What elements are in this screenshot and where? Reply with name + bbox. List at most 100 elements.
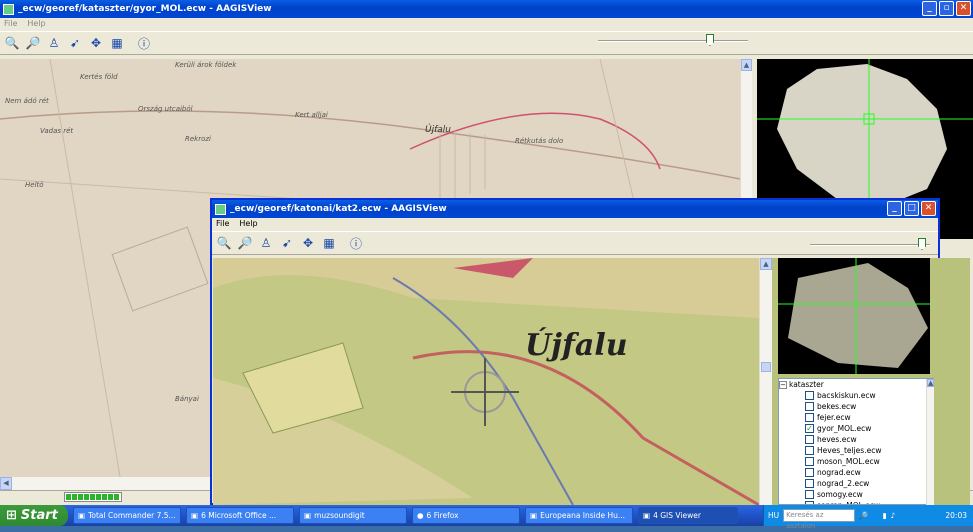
system-tray: HU Keresés az asztalon 🔎 ▮ ♪ 20:03 [763, 505, 973, 530]
toolbar: 🔍 🔎 ♙ ➹ ✥ ▦ ⓘ [0, 31, 973, 55]
taskbar-button[interactable]: ▣ Europeana Inside Hu... [525, 507, 633, 524]
menu-bar: File Help [212, 218, 938, 231]
zoom-in-icon[interactable]: 🔍 [3, 34, 21, 52]
layer-checkbox[interactable]: ✓ [805, 424, 814, 433]
window-icon: ▣ [191, 511, 199, 520]
map-label: Rétkutás dolo [515, 137, 564, 145]
layer-item[interactable]: heves.ecw [779, 434, 933, 445]
pan-icon[interactable]: ➹ [278, 234, 296, 252]
clock: 20:03 [945, 511, 967, 520]
overview-map[interactable] [778, 258, 930, 374]
menu-file[interactable]: File [216, 219, 229, 230]
menu-help[interactable]: Help [239, 219, 257, 230]
minimize-button[interactable]: _ [922, 1, 937, 16]
zoom-icon[interactable]: ♙ [257, 234, 275, 252]
minimize-button[interactable]: _ [887, 201, 902, 216]
start-label: Start [20, 508, 58, 523]
taskbar-button-label: Europeana Inside Hu... [540, 511, 626, 520]
map-label: Vadas rét [40, 127, 74, 135]
title-bar[interactable]: _ecw/georef/kataszter/gyor_MOL.ecw - AAG… [0, 0, 973, 18]
layer-tree-scrollbar[interactable]: ▲ [926, 379, 934, 505]
zoom-out-icon[interactable]: 🔎 [236, 234, 254, 252]
layer-checkbox[interactable] [805, 413, 814, 422]
map-label: Ország utcaiból [138, 105, 193, 113]
restore-button[interactable]: ▫ [939, 1, 954, 16]
window-icon: ▣ [643, 511, 651, 520]
layer-label: Heves_teljes.ecw [817, 446, 882, 455]
taskbar-button[interactable]: ▣ muzsoundigit [299, 507, 407, 524]
pan-icon[interactable]: ➹ [66, 34, 84, 52]
layer-checkbox[interactable] [805, 468, 814, 477]
layer-checkbox[interactable] [805, 391, 814, 400]
layer-checkbox[interactable] [805, 457, 814, 466]
map-label: Kert alljai [295, 111, 328, 119]
language-indicator[interactable]: HU [768, 511, 779, 520]
taskbar-button-label: Total Commander 7.5... [88, 511, 176, 520]
layer-checkbox[interactable] [805, 490, 814, 499]
layer-item[interactable]: bacskiskun.ecw [779, 390, 933, 401]
collapse-icon[interactable]: − [779, 380, 787, 389]
close-button[interactable]: ✕ [921, 201, 936, 216]
layer-item[interactable]: moson_MOL.ecw [779, 456, 933, 467]
title-bar[interactable]: _ecw/georef/katonai/kat2.ecw - AAGISView… [212, 200, 938, 218]
layer-item[interactable]: nograd.ecw [779, 467, 933, 478]
map-label: Újfalu [525, 328, 628, 363]
layer-item[interactable]: bekes.ecw [779, 401, 933, 412]
gps-icon[interactable]: ▦ [320, 234, 338, 252]
window-icon: ▣ [530, 511, 538, 520]
app-icon [215, 203, 226, 215]
map-label: Kertés föld [80, 73, 118, 81]
start-button[interactable]: ⊞ Start [0, 505, 68, 526]
layer-item[interactable]: ✓ gyor_MOL.ecw [779, 423, 933, 434]
app-icon [3, 3, 14, 15]
desktop-search-input[interactable]: Keresés az asztalon [783, 509, 856, 530]
layer-label: bacskiskun.ecw [817, 391, 876, 400]
window-icon: ▣ [78, 511, 86, 520]
info-icon[interactable]: ⓘ [135, 34, 153, 52]
scroll-thumb[interactable] [761, 362, 771, 372]
scroll-up-icon[interactable]: ▲ [760, 258, 772, 270]
info-icon[interactable]: ⓘ [347, 234, 365, 252]
layer-tree: − kataszter bacskiskun.ecw bekes.ecw fejer… [778, 378, 934, 505]
layer-item[interactable]: Heves_teljes.ecw [779, 445, 933, 456]
layer-item[interactable]: somogy.ecw [779, 489, 933, 500]
vertical-scrollbar[interactable]: ▲ [759, 258, 772, 505]
zoom-slider[interactable] [810, 238, 930, 250]
zoom-icon[interactable]: ♙ [45, 34, 63, 52]
layer-checkbox[interactable] [805, 446, 814, 455]
volume-icon[interactable]: ♪ [891, 511, 896, 520]
menu-file[interactable]: File [4, 19, 17, 30]
scroll-left-icon[interactable]: ◀ [0, 477, 12, 490]
move-icon[interactable]: ✥ [87, 34, 105, 52]
tree-root[interactable]: − kataszter [779, 379, 933, 390]
layer-checkbox[interactable] [805, 479, 814, 488]
search-icon[interactable]: 🔎 [859, 511, 868, 520]
map-label: Kerüli árok földek [175, 61, 237, 69]
menu-help[interactable]: Help [27, 19, 45, 30]
map-label: Bányai [175, 395, 199, 403]
taskbar-button[interactable]: ▣ Total Commander 7.5... [73, 507, 181, 524]
taskbar-button-label: 6 Microsoft Office ... [201, 511, 277, 520]
zoom-in-icon[interactable]: 🔍 [215, 234, 233, 252]
taskbar-button[interactable]: ● 6 Firefox [412, 507, 520, 524]
layer-label: fejer.ecw [817, 413, 851, 422]
layer-item[interactable]: nograd_2.ecw [779, 478, 933, 489]
move-icon[interactable]: ✥ [299, 234, 317, 252]
scroll-up-icon[interactable]: ▲ [927, 379, 934, 387]
taskbar-button[interactable]: ▣ 4 GIS Viewer [638, 507, 738, 524]
close-button[interactable]: ✕ [956, 1, 971, 16]
firefox-icon: ● [417, 511, 424, 520]
maximize-button[interactable]: □ [904, 201, 919, 216]
scroll-up-icon[interactable]: ▲ [741, 59, 752, 71]
layer-label: heves.ecw [817, 435, 857, 444]
gps-icon[interactable]: ▦ [108, 34, 126, 52]
zoom-out-icon[interactable]: 🔎 [24, 34, 42, 52]
network-icon[interactable]: ▮ [882, 511, 886, 520]
layer-checkbox[interactable] [805, 435, 814, 444]
map-label: Rekrozi [185, 135, 212, 143]
zoom-slider[interactable] [598, 34, 748, 46]
menu-bar: File Help [0, 18, 973, 31]
layer-item[interactable]: fejer.ecw [779, 412, 933, 423]
taskbar-button[interactable]: ▣ 6 Microsoft Office ... [186, 507, 294, 524]
layer-checkbox[interactable] [805, 402, 814, 411]
